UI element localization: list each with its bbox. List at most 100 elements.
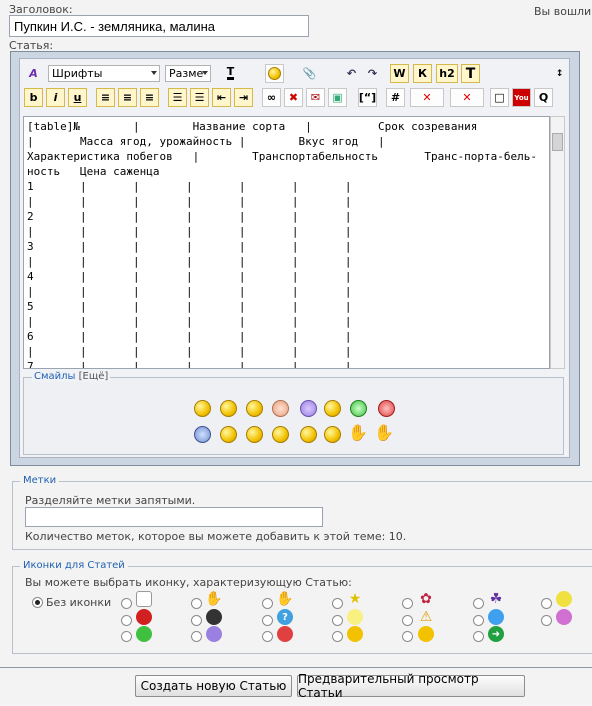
surprised-icon[interactable]: [220, 426, 237, 443]
icon-radio-cool[interactable]: [402, 631, 413, 642]
document-icon: [136, 591, 152, 607]
sad-purple-icon[interactable]: [300, 400, 317, 417]
align-left-icon[interactable]: ≡: [96, 88, 115, 107]
align-center-icon[interactable]: ≡: [118, 88, 137, 107]
thumbs-down-icon: ✋: [276, 591, 294, 607]
blush-icon[interactable]: [272, 400, 289, 417]
icons-hint: Вы можете выбрать иконку, характеризующу…: [25, 576, 352, 589]
underline-button[interactable]: u: [68, 88, 87, 107]
thumbs-down-icon[interactable]: ✋: [374, 423, 394, 442]
k-button[interactable]: К: [413, 64, 432, 83]
link-icon[interactable]: ∞: [262, 88, 281, 107]
dizzy-icon[interactable]: [272, 426, 289, 443]
smiles-more-link[interactable]: [Ещё]: [79, 371, 109, 382]
smile-icon: [347, 626, 363, 642]
editor-line: 1 | | | | | |: [27, 180, 352, 193]
italic-button[interactable]: i: [46, 88, 65, 107]
thumbs-blue-icon[interactable]: [194, 426, 211, 443]
icon-radio-bomb[interactable]: [191, 615, 202, 626]
icon-radio-thumbsup[interactable]: [191, 598, 202, 609]
redo-icon[interactable]: ↷: [363, 64, 382, 83]
icon-radio-arrow[interactable]: [473, 631, 484, 642]
editor-line: 4 | | | | | |: [27, 270, 352, 283]
scroll-thumb[interactable]: [552, 133, 563, 151]
article-textarea[interactable]: [table]№ | Название сорта | Срок созрева…: [23, 116, 550, 369]
box-icon[interactable]: □: [490, 88, 509, 107]
editor-line: | Масса ягод, урожайность | Вкус ягод |: [27, 135, 385, 148]
image-icon[interactable]: ▣: [328, 88, 347, 107]
editor-line: 3 | | | | | |: [27, 240, 352, 253]
font-select[interactable]: Шрифты: [48, 65, 160, 82]
bold-button[interactable]: b: [24, 88, 43, 107]
editor-line: [table]№ | Название сорта | Срок созрева…: [27, 120, 478, 133]
wiki-button[interactable]: W: [390, 64, 409, 83]
thumbs-up-icon[interactable]: ✋: [348, 423, 368, 442]
no-icon-label: Без иконки: [46, 596, 112, 609]
editor-scrollbar[interactable]: [550, 116, 565, 369]
tags-input[interactable]: [25, 507, 323, 527]
icon-radio-flower[interactable]: [402, 598, 413, 609]
shocked-icon[interactable]: [246, 426, 263, 443]
unlink-icon[interactable]: ✖: [284, 88, 303, 107]
angry-icon[interactable]: [378, 400, 395, 417]
editor-line: | | | | | | |: [27, 195, 352, 208]
size-select[interactable]: Разме: [165, 65, 211, 82]
email-icon[interactable]: ✉: [306, 88, 325, 107]
code-button[interactable]: #: [386, 88, 405, 107]
indent-icon[interactable]: ⇥: [234, 88, 253, 107]
no-icon-radio[interactable]: [32, 597, 43, 608]
attachment-icon[interactable]: 📎: [300, 64, 319, 83]
editor-line: 5 | | | | | |: [27, 300, 352, 313]
title-input[interactable]: [9, 15, 309, 37]
icon-radio-apple[interactable]: [121, 615, 132, 626]
icon-radio-bulb[interactable]: [332, 615, 343, 626]
icon-radio-purple[interactable]: [541, 615, 552, 626]
icons-legend: Иконки для Статей: [20, 560, 128, 571]
smile-icon[interactable]: [194, 400, 211, 417]
icon-radio-grin[interactable]: [121, 631, 132, 642]
icon-radio-happy[interactable]: [473, 615, 484, 626]
grin-green-icon[interactable]: [350, 400, 367, 417]
lightbulb-icon: ★: [348, 591, 362, 607]
icon-radio-question[interactable]: [262, 615, 273, 626]
remove-format-icon[interactable]: ✕: [410, 88, 444, 107]
eyes-icon[interactable]: [300, 426, 317, 443]
undo-icon[interactable]: ↶: [342, 64, 361, 83]
text-color-icon[interactable]: T: [221, 64, 240, 83]
align-right-icon[interactable]: ≡: [140, 88, 159, 107]
tongue-icon[interactable]: [246, 400, 263, 417]
wink-icon[interactable]: [220, 400, 237, 417]
icon-radio-angry[interactable]: [262, 631, 273, 642]
icon-radio-warning[interactable]: [402, 615, 413, 626]
outdent-icon[interactable]: ⇤: [212, 88, 231, 107]
t-button[interactable]: T: [461, 64, 480, 83]
icon-radio-sad[interactable]: [191, 631, 202, 642]
preview-article-button[interactable]: Предварительный просмотр Статьи: [297, 672, 525, 700]
editor-line: Характеристика побегов | Транспортабельн…: [27, 150, 537, 163]
source-icon[interactable]: Q: [534, 88, 553, 107]
wow-icon[interactable]: [324, 426, 341, 443]
icon-radio-grapes[interactable]: [473, 598, 484, 609]
toggle-toolbar-icon[interactable]: ↕: [550, 64, 569, 83]
icon-radio-smile[interactable]: [332, 631, 343, 642]
chevron-down-icon: [202, 71, 208, 75]
editor-line: | | | | | | |: [27, 315, 352, 328]
clear-icon[interactable]: ✕: [450, 88, 484, 107]
editor-line: | | | | | | |: [27, 255, 352, 268]
idea-icon[interactable]: [324, 400, 341, 417]
icon-radio-lightbulb[interactable]: [332, 598, 343, 609]
tags-hint: Разделяйте метки запятыми.: [25, 494, 196, 507]
quote-icon[interactable]: [“]: [358, 88, 377, 107]
numbered-list-icon[interactable]: ☰: [168, 88, 187, 107]
size-select-value: Разме: [169, 67, 204, 80]
smiley-icon[interactable]: [265, 64, 284, 83]
icon-radio-document[interactable]: [121, 598, 132, 609]
youtube-icon[interactable]: You: [512, 88, 531, 107]
create-article-button[interactable]: Создать новую Статью: [135, 675, 292, 697]
font-style-icon[interactable]: A: [24, 64, 43, 83]
flower-icon: ✿: [420, 591, 432, 607]
icon-radio-lemon[interactable]: [541, 598, 552, 609]
icon-radio-thumbsdown[interactable]: [262, 598, 273, 609]
bullet-list-icon[interactable]: ☰: [190, 88, 209, 107]
h2-button[interactable]: h2: [436, 64, 458, 83]
